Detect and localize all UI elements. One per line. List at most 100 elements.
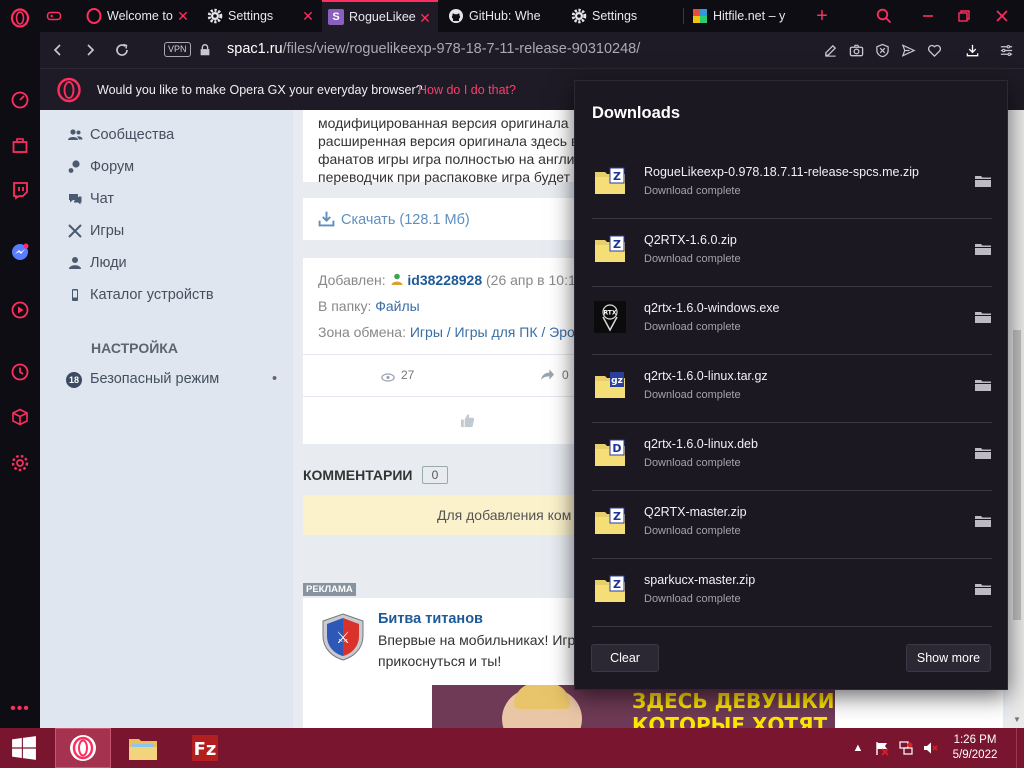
- folder-icon[interactable]: [974, 241, 992, 257]
- zip-file-icon: Z: [594, 233, 626, 265]
- search-icon[interactable]: [872, 4, 896, 28]
- scroll-down-icon[interactable]: ▼: [1013, 715, 1021, 724]
- nav-item-chat[interactable]: Чат: [69, 191, 114, 207]
- reload-button[interactable]: [110, 38, 134, 62]
- taskbar-opera-button[interactable]: [55, 728, 111, 768]
- lock-icon[interactable]: [193, 38, 217, 62]
- tab-settings[interactable]: Settings ✕: [201, 0, 321, 32]
- download-file-name[interactable]: RogueLikeexp-0.978.18.7.11-release-spcs.…: [644, 165, 919, 179]
- url-field[interactable]: spac1.ru/files/view/roguelikeexp-978-18-…: [227, 41, 640, 57]
- scrollbar-thumb[interactable]: [1013, 330, 1021, 620]
- folder-icon[interactable]: [974, 173, 992, 189]
- ad-banner-image[interactable]: ЗДЕСЬ ДЕВУШКИ КОТОРЫЕ ХОТЯТ: [432, 685, 835, 728]
- nav-item-games[interactable]: Игры: [68, 223, 124, 239]
- tray-volume-muted-icon[interactable]: [922, 740, 938, 756]
- tray-chevron-up-icon[interactable]: ▲: [850, 740, 866, 756]
- close-icon[interactable]: ✕: [301, 9, 315, 23]
- folder-icon[interactable]: [974, 513, 992, 529]
- close-icon[interactable]: ✕: [176, 9, 190, 23]
- restore-button[interactable]: [952, 4, 976, 28]
- tab-roguelike[interactable]: S RogueLikee ✕: [322, 0, 438, 32]
- site-left-nav: Сообщества Форум Чат Игры Люди Каталог у…: [40, 110, 293, 728]
- more-icon[interactable]: •••: [8, 697, 32, 721]
- taskbar-filezilla-button[interactable]: Fz: [180, 728, 230, 768]
- show-more-button[interactable]: Show more: [906, 644, 991, 672]
- settings-heading: НАСТРОЙКА: [91, 340, 178, 356]
- download-link[interactable]: Скачать (128.1 Мб): [341, 212, 470, 228]
- vpn-badge[interactable]: VPN: [164, 42, 191, 57]
- download-item[interactable]: RTX q2rtx-1.6.0-windows.exe Download com…: [592, 287, 992, 355]
- download-item[interactable]: Z RogueLikeexp-0.978.18.7.11-release-spc…: [592, 151, 992, 219]
- settings-gear-icon[interactable]: [8, 451, 32, 475]
- download-file-name[interactable]: q2rtx-1.6.0-linux.tar.gz: [644, 369, 768, 383]
- close-window-button[interactable]: [990, 4, 1014, 28]
- forward-button[interactable]: [78, 38, 102, 62]
- bag-icon[interactable]: [8, 133, 32, 157]
- nav-item-device-catalog[interactable]: Каталог устройств: [72, 287, 214, 303]
- start-button[interactable]: [0, 728, 48, 768]
- tab-settings-2[interactable]: Settings: [565, 0, 685, 32]
- download-item[interactable]: Z sparkucx-master.zip Download complete: [592, 559, 992, 627]
- new-tab-button[interactable]: +: [810, 4, 834, 28]
- download-item[interactable]: D q2rtx-1.6.0-linux.deb Download complet…: [592, 423, 992, 491]
- nav-item-people[interactable]: Люди: [69, 255, 127, 271]
- tab-github[interactable]: GitHub: Whe: [442, 0, 562, 32]
- speedometer-icon[interactable]: [8, 88, 32, 112]
- download-item[interactable]: Z Q2RTX-1.6.0.zip Download complete: [592, 219, 992, 287]
- svg-text:Fz: Fz: [194, 739, 217, 760]
- adblock-icon[interactable]: [872, 40, 892, 60]
- folder-icon[interactable]: [974, 377, 992, 393]
- folder-icon[interactable]: [974, 309, 992, 325]
- gz-file-icon: gz: [594, 369, 626, 401]
- cube-icon[interactable]: [8, 405, 32, 429]
- added-user-link[interactable]: id38228928: [407, 272, 482, 288]
- zone-link[interactable]: Игры / Игры для ПК / Эро: [410, 324, 575, 340]
- download-file-name[interactable]: Q2RTX-master.zip: [644, 505, 747, 519]
- download-file-name[interactable]: sparkucx-master.zip: [644, 573, 755, 587]
- tab-welcome[interactable]: Welcome to ✕: [80, 0, 196, 32]
- tray-network-icon[interactable]: [898, 740, 914, 756]
- promo-link[interactable]: How do I do that?: [418, 83, 516, 97]
- clear-button[interactable]: Clear: [591, 644, 659, 672]
- comment-banner-text[interactable]: Для добавления ком: [437, 507, 571, 523]
- close-icon[interactable]: ✕: [418, 11, 432, 25]
- back-button[interactable]: [46, 38, 70, 62]
- opera-gx-logo-icon[interactable]: [8, 6, 32, 30]
- messenger-icon[interactable]: [8, 240, 32, 264]
- edit-icon[interactable]: [820, 40, 840, 60]
- folder-icon[interactable]: [974, 581, 992, 597]
- camera-icon[interactable]: [846, 40, 866, 60]
- minimize-button[interactable]: [916, 4, 940, 28]
- download-file-name[interactable]: q2rtx-1.6.0-windows.exe: [644, 301, 779, 315]
- easy-setup-icon[interactable]: [996, 40, 1016, 60]
- nav-item-communities[interactable]: Сообщества: [68, 127, 174, 143]
- nav-item-safe-mode[interactable]: 18 Безопасный режим •: [66, 371, 277, 388]
- ad-title[interactable]: Битва титанов: [378, 611, 483, 627]
- taskbar-explorer-button[interactable]: [117, 728, 169, 768]
- share-icon[interactable]: [540, 368, 555, 384]
- heart-icon[interactable]: [924, 40, 944, 60]
- user-avatar-icon: [390, 272, 404, 286]
- nav-item-forum[interactable]: Форум: [68, 159, 134, 175]
- tray-flag-icon[interactable]: [874, 740, 890, 756]
- download-item[interactable]: Z Q2RTX-master.zip Download complete: [592, 491, 992, 559]
- history-icon[interactable]: [8, 360, 32, 384]
- folder-link[interactable]: Файлы: [375, 298, 419, 314]
- game-controller-tab[interactable]: [40, 0, 80, 32]
- zip-file-icon: Z: [594, 505, 626, 537]
- taskbar-clock[interactable]: 1:26 PM 5/9/2022: [950, 733, 1000, 763]
- download-status: Download complete: [644, 457, 741, 469]
- page-scrollbar[interactable]: ▼: [1010, 110, 1024, 728]
- tab-hitfile[interactable]: Hitfile.net – y: [686, 0, 806, 32]
- like-icon[interactable]: [460, 413, 475, 431]
- downloads-icon[interactable]: [962, 40, 982, 60]
- send-icon[interactable]: [898, 40, 918, 60]
- download-item[interactable]: gz q2rtx-1.6.0-linux.tar.gz Download com…: [592, 355, 992, 423]
- show-desktop-button[interactable]: [1016, 728, 1024, 768]
- player-icon[interactable]: [8, 298, 32, 322]
- download-file-name[interactable]: q2rtx-1.6.0-linux.deb: [644, 437, 758, 451]
- download-file-name[interactable]: Q2RTX-1.6.0.zip: [644, 233, 737, 247]
- folder-label: В папку:: [318, 298, 372, 314]
- folder-icon[interactable]: [974, 445, 992, 461]
- twitch-icon[interactable]: [8, 178, 32, 202]
